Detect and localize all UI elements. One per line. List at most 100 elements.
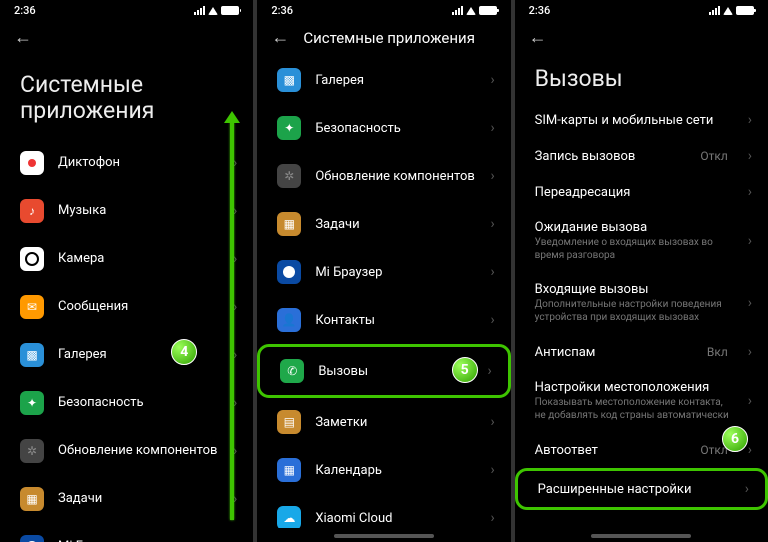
setting-label: Входящие вызовы <box>535 282 734 297</box>
contacts-icon: 👤 <box>277 308 301 332</box>
screen-calls-settings: 2:36 ← Вызовы SIM-карты и мобильные сети… <box>515 0 768 542</box>
camera-icon <box>20 247 44 271</box>
list-item[interactable]: Камера› <box>0 235 253 283</box>
list-item-label: Сообщения <box>58 299 128 314</box>
list-item[interactable]: ✉Сообщения› <box>0 283 253 331</box>
chevron-right-icon: › <box>490 72 494 88</box>
setting-incoming-calls[interactable]: Входящие вызовы Дополнительные настройки … <box>515 272 768 334</box>
header: ← <box>515 19 768 56</box>
setting-label: SIM-карты и мобильные сети <box>535 113 734 128</box>
list-item-label: Камера <box>58 251 104 266</box>
list-item[interactable]: Mi Браузер› <box>0 523 253 542</box>
nav-handle[interactable] <box>591 534 691 538</box>
list-item-label: Контакты <box>315 313 375 328</box>
list-item[interactable]: ☁Xiaomi Cloud› <box>257 494 510 528</box>
status-time: 2:36 <box>529 4 551 17</box>
list-item[interactable]: ♪Музыка› <box>0 187 253 235</box>
list-item[interactable]: ▤Заметки› <box>257 398 510 446</box>
list-item[interactable]: Диктофон› <box>0 139 253 187</box>
browser-icon <box>277 260 301 284</box>
messages-icon: ✉ <box>20 295 44 319</box>
tasks-icon: ▦ <box>20 487 44 511</box>
chevron-right-icon: › <box>748 112 752 128</box>
setting-value: Откл <box>700 149 727 163</box>
setting-auto-answer[interactable]: АвтоответОткл› 6 <box>515 432 768 468</box>
screen-system-apps-2: 2:36 ← Системные приложения ▩Галерея› ✦Б… <box>257 0 510 542</box>
list-item-calls[interactable]: ✆Вызовы› 5 <box>257 344 510 398</box>
header: ← <box>0 19 253 56</box>
chevron-right-icon: › <box>748 233 752 249</box>
chevron-right-icon: › <box>748 344 752 360</box>
header: ← Системные приложения <box>257 19 510 56</box>
setting-subtitle: Показывать местоположение контакта, не д… <box>535 397 734 422</box>
settings-list: SIM-карты и мобильные сети › Запись вызов… <box>515 102 768 528</box>
chevron-right-icon: › <box>490 510 494 526</box>
music-icon: ♪ <box>20 199 44 223</box>
step-badge-5: 5 <box>452 357 478 383</box>
back-icon[interactable]: ← <box>529 27 547 48</box>
setting-value: Вкл <box>707 345 728 359</box>
updater-icon: ✲ <box>277 164 301 188</box>
status-indicators <box>194 6 239 15</box>
list-item-label: Заметки <box>315 415 367 430</box>
wifi-icon <box>723 7 733 15</box>
setting-subtitle: Дополнительные настройки поведения устро… <box>535 299 734 324</box>
battery-icon <box>479 6 497 15</box>
chevron-right-icon: › <box>745 481 749 497</box>
setting-label: Переадресация <box>535 185 734 200</box>
status-indicators <box>452 6 497 15</box>
list-item[interactable]: ▩Галерея› <box>257 56 510 104</box>
back-icon[interactable]: ← <box>14 27 32 48</box>
scroll-arrow-annotation <box>230 120 234 520</box>
screen-system-apps-1: 2:36 ← Системные приложения Диктофон› ♪М… <box>0 0 253 542</box>
cloud-icon: ☁ <box>277 506 301 528</box>
notes-icon: ▤ <box>277 410 301 434</box>
setting-sim-networks[interactable]: SIM-карты и мобильные сети › <box>515 102 768 138</box>
chevron-right-icon: › <box>748 295 752 311</box>
list-item[interactable]: ▦Задачи› <box>257 200 510 248</box>
setting-call-recording[interactable]: Запись вызовов Откл › <box>515 138 768 174</box>
setting-call-waiting[interactable]: Ожидание вызоваУведомление о входящих вы… <box>515 210 768 272</box>
list-item[interactable]: ✲Обновление компонентов› <box>0 427 253 475</box>
list-item-label: Галерея <box>315 73 364 88</box>
setting-label: Настройки местоположения <box>535 380 734 395</box>
list-item[interactable]: ▩Галерея› 4 <box>0 331 253 379</box>
list-item-label: Mi Браузер <box>315 265 382 280</box>
app-list: Диктофон› ♪Музыка› Камера› ✉Сообщения› ▩… <box>0 139 253 542</box>
security-icon: ✦ <box>277 116 301 140</box>
list-item[interactable]: 👤Контакты› <box>257 296 510 344</box>
setting-advanced[interactable]: Расширенные настройки › <box>515 468 768 510</box>
chevron-right-icon: › <box>748 148 752 164</box>
list-item[interactable]: ▦Задачи› <box>0 475 253 523</box>
chevron-right-icon: › <box>490 462 494 478</box>
setting-antispam[interactable]: АнтиспамВкл› <box>515 334 768 370</box>
chevron-right-icon: › <box>490 264 494 280</box>
browser-icon <box>20 535 44 542</box>
wifi-icon <box>208 7 218 15</box>
signal-icon <box>452 6 463 15</box>
list-item[interactable]: ▦Календарь› <box>257 446 510 494</box>
recorder-icon <box>20 151 44 175</box>
calls-icon: ✆ <box>280 359 304 383</box>
nav-handle[interactable] <box>334 534 434 538</box>
calendar-icon: ▦ <box>277 458 301 482</box>
list-item[interactable]: ✦Безопасность› <box>0 379 253 427</box>
gallery-icon: ▩ <box>20 343 44 367</box>
chevron-right-icon: › <box>748 184 752 200</box>
app-list: ▩Галерея› ✦Безопасность› ✲Обновление ком… <box>257 56 510 528</box>
list-item[interactable]: ✲Обновление компонентов› <box>257 152 510 200</box>
setting-label: Расширенные настройки <box>538 482 731 497</box>
list-item-label: Безопасность <box>58 395 144 410</box>
page-title: Вызовы <box>515 56 768 102</box>
step-badge-6: 6 <box>722 426 748 452</box>
step-badge-4: 4 <box>171 339 197 365</box>
chevron-right-icon: › <box>748 442 752 458</box>
setting-location[interactable]: Настройки местоположения Показывать место… <box>515 370 768 432</box>
list-item[interactable]: Mi Браузер › <box>257 248 510 296</box>
list-item[interactable]: ✦Безопасность› <box>257 104 510 152</box>
setting-label: Запись вызовов <box>535 149 687 164</box>
setting-forwarding[interactable]: Переадресация › <box>515 174 768 210</box>
back-icon[interactable]: ← <box>271 27 289 48</box>
page-title: Системные приложения <box>0 56 253 139</box>
list-item-label: Задачи <box>58 491 102 506</box>
